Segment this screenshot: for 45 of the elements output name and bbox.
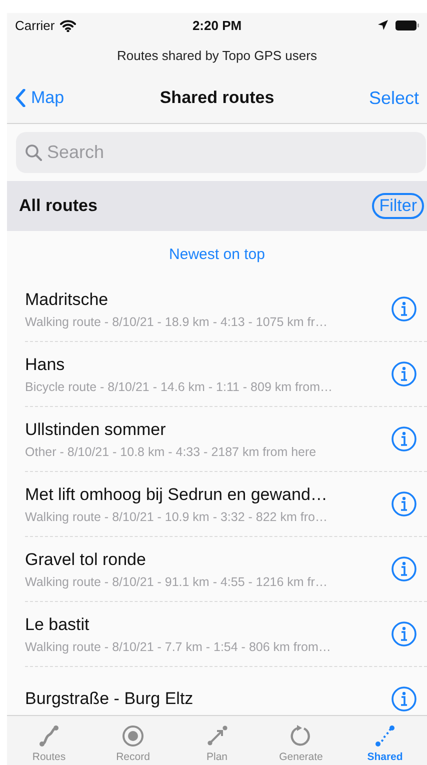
info-icon[interactable] [391,426,417,452]
route-details: Bicycle route - 8/10/21 - 14.6 km - 1:11 - 809 km from… [25,380,334,394]
wifi-icon [60,18,76,32]
clock-time: 2:20 PM [191,18,243,32]
tab-button[interactable]: Record [91,716,175,765]
search-icon [25,144,42,161]
route-name[interactable]: Ullstinden sommer [25,420,391,440]
route-details: Walking route - 8/10/21 - 91.1 km - 4:55 - 1216 km fr… [25,574,328,588]
tab-button[interactable]: Generate [259,716,343,765]
route-details: Walking route - 8/10/21 - 10.9 km - 3:32 - 822 km fro… [25,510,328,524]
tab-button[interactable]: Routes [7,716,91,765]
info-icon[interactable] [391,621,417,647]
header-subtitle: Routes shared by Topo GPS users [116,46,318,65]
chevron-left-icon [15,89,26,107]
nav-title: Shared routes [160,88,274,108]
route-name[interactable]: Gravel tol ronde [25,550,391,570]
route-details: Other - 8/10/21 - 10.8 km - 4:33 - 2187 km from here [25,444,318,458]
select-button[interactable]: Select [368,88,419,108]
info-icon[interactable] [391,556,417,582]
tab-button[interactable]: Shared [343,716,427,765]
carrier-name: Carrier [15,18,55,32]
route-name[interactable]: Met lift omhoog bij Sedrun en gewand… [25,484,391,504]
route-path-icon [373,724,397,748]
route-name[interactable]: Le bastit [25,614,391,634]
info-icon[interactable] [391,491,417,517]
info-icon[interactable] [391,686,417,712]
info-icon[interactable] [391,361,417,387]
sort-order-button[interactable]: Newest on top [169,246,265,262]
route-details: Walking route - 8/10/21 - 18.9 km - 4:13 - 1075 km fr… [25,314,328,328]
tab-button[interactable]: Plan [175,716,259,765]
arrow-icon [205,724,229,748]
section-title: All routes [19,196,98,216]
refresh-icon [289,724,313,748]
search-field[interactable]: Search [16,132,426,173]
info-icon[interactable] [391,296,417,322]
route-name[interactable]: Hans [25,354,391,374]
route-name[interactable]: Madritsche [25,290,391,310]
location-arrow-icon [377,19,390,31]
battery-icon [395,20,420,30]
route-name[interactable]: Burgstraße - Burg Eltz [25,689,391,709]
route-path-icon [37,724,61,748]
back-button[interactable]: Map [15,88,160,108]
record-icon [121,724,145,748]
route-details: Walking route - 8/10/21 - 7.7 km - 1:54 - 806 km from… [25,640,332,654]
filter-button[interactable]: Filter [372,193,424,219]
